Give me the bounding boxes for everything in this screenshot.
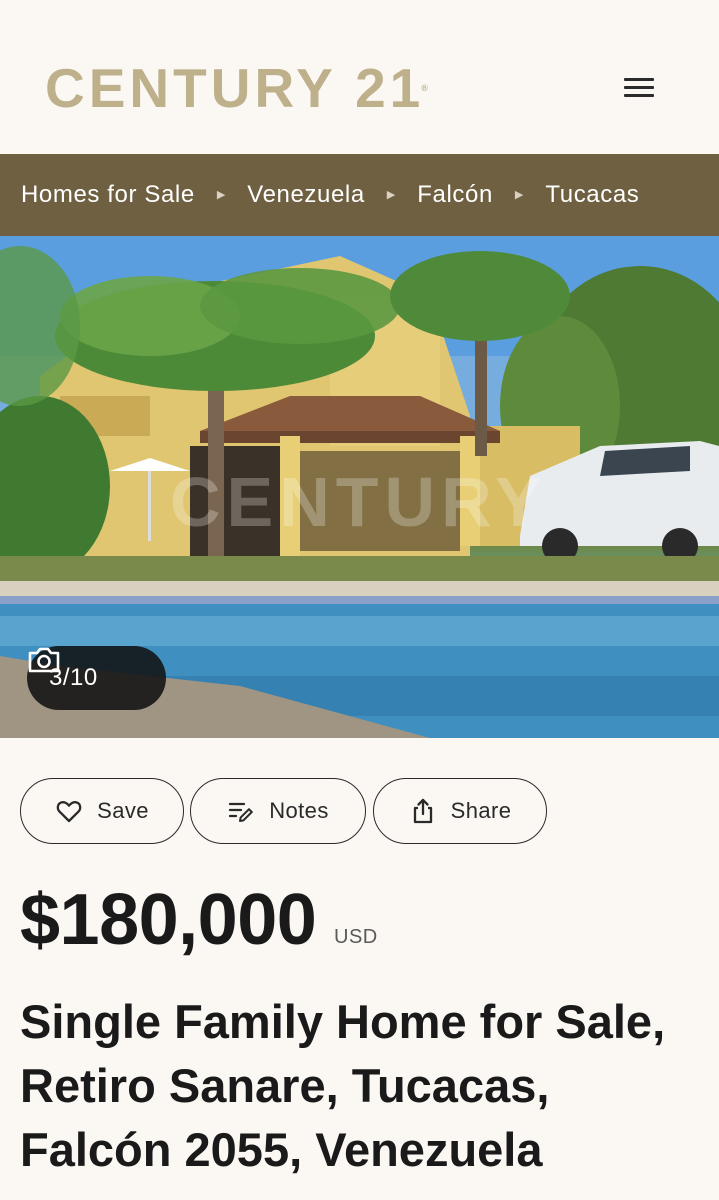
breadcrumb: Homes for Sale ▶ Venezuela ▶ Falcón ▶ Tu… bbox=[0, 154, 719, 236]
price-currency: USD bbox=[334, 926, 378, 948]
triangle-right-icon: ▶ bbox=[514, 188, 524, 201]
breadcrumb-tucacas[interactable]: Tucacas bbox=[545, 181, 639, 209]
share-button[interactable]: Share bbox=[373, 778, 547, 844]
site-header: CENTURY 21® bbox=[0, 0, 719, 154]
hamburger-menu-icon[interactable] bbox=[618, 70, 660, 106]
heart-icon bbox=[56, 801, 82, 823]
listing-actions: Save Notes Share bbox=[0, 778, 719, 844]
century21-logo[interactable]: CENTURY 21® bbox=[45, 58, 428, 118]
save-button[interactable]: Save bbox=[20, 778, 184, 844]
triangle-right-icon: ▶ bbox=[216, 188, 226, 201]
breadcrumb-homes-for-sale[interactable]: Homes for Sale bbox=[21, 181, 195, 209]
listing-title: Single Family Home for Sale, Retiro Sana… bbox=[20, 995, 666, 1176]
notes-label: Notes bbox=[269, 798, 329, 823]
listing-price: $180,000 bbox=[20, 880, 317, 960]
breadcrumb-venezuela[interactable]: Venezuela bbox=[247, 181, 365, 209]
photo-counter-button[interactable]: 3/10 bbox=[27, 646, 166, 710]
registered-mark: ® bbox=[421, 83, 428, 93]
logo-text: CENTURY 21 bbox=[45, 57, 425, 119]
camera-icon bbox=[28, 647, 60, 673]
share-icon bbox=[413, 798, 432, 824]
svg-text:CENTURY: CENTURY bbox=[170, 463, 548, 541]
notes-button[interactable]: Notes bbox=[190, 778, 366, 844]
property-photo[interactable]: CENTURY 3/10 bbox=[0, 236, 719, 738]
triangle-right-icon: ▶ bbox=[386, 188, 396, 201]
notes-edit-icon bbox=[229, 802, 254, 822]
save-label: Save bbox=[97, 798, 149, 823]
breadcrumb-falcon[interactable]: Falcón bbox=[417, 181, 493, 209]
share-label: Share bbox=[450, 798, 512, 823]
